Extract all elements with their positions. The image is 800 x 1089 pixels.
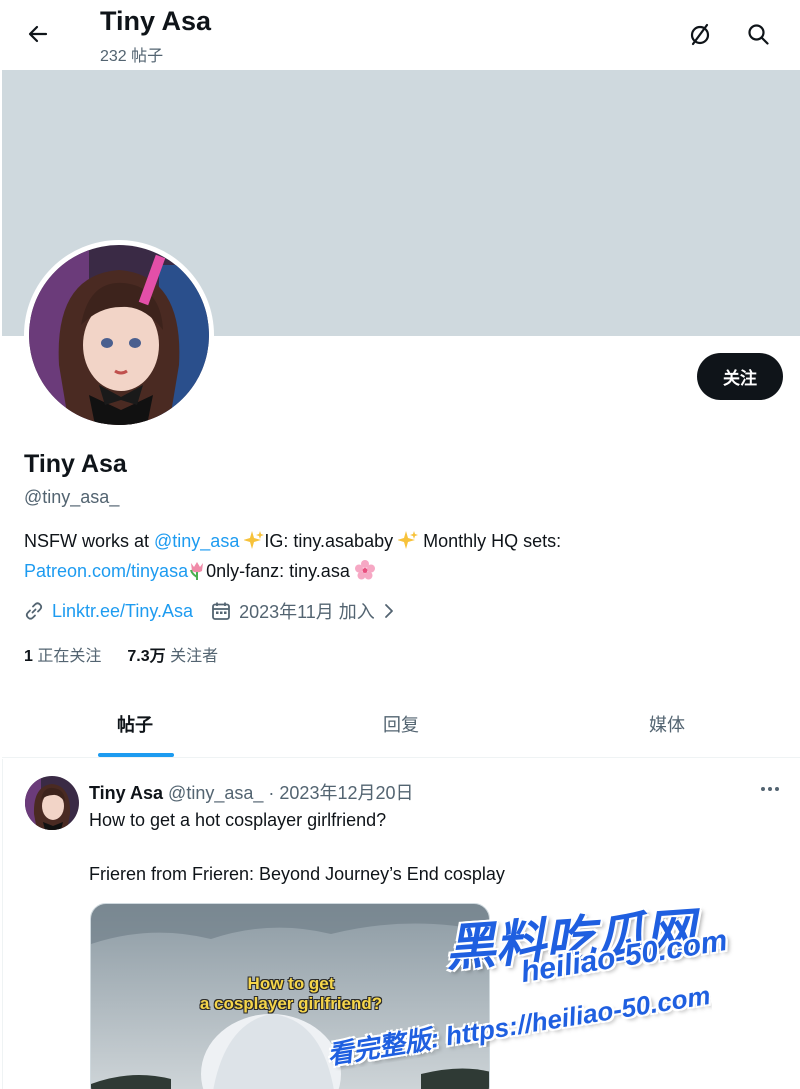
premium-slash-icon — [690, 23, 710, 46]
top-bar: Tiny Asa 232 帖子 — [0, 0, 800, 70]
post-line-2: Frieren from Frieren: Beyond Journey’s E… — [89, 864, 505, 884]
premium-button[interactable] — [683, 17, 717, 51]
following-link[interactable]: 1 正在关注 — [24, 642, 101, 666]
profile-meta: Linktr.ee/Tiny.Asa 2023年11月 加入 — [24, 598, 399, 624]
more-options-button[interactable] — [755, 777, 785, 801]
back-arrow-icon — [28, 25, 48, 43]
bio-patreon-link[interactable]: Patreon.com/tinyasa — [24, 561, 188, 581]
follow-button[interactable]: 关注 — [697, 353, 783, 400]
sparkles-icon — [243, 530, 265, 558]
more-dots-icon — [761, 787, 779, 791]
joined-date[interactable]: 2023年11月 加入 — [239, 598, 375, 624]
tulip-icon — [188, 560, 206, 588]
post-separator: · — [268, 783, 275, 803]
profile-handle: @tiny_asa_ — [24, 487, 120, 507]
profile-bio: NSFW works at @tiny_asa IG: tiny.asababy… — [24, 528, 764, 588]
bio-mention-link[interactable]: @tiny_asa — [154, 531, 239, 551]
cherry-blossom-icon — [354, 560, 375, 588]
post-media[interactable]: How to get a cosplayer girlfriend? — [90, 903, 490, 1089]
search-icon — [748, 24, 769, 45]
post-text: How to get a hot cosplayer girlfriend? F… — [89, 807, 769, 888]
calendar-icon — [211, 601, 231, 621]
post-author-handle[interactable]: @tiny_asa_ — [168, 783, 263, 803]
sparkles-icon — [397, 530, 419, 558]
post-header: Tiny Asa @tiny_asa_ · 2023年12月20日 — [89, 779, 414, 805]
profile-tabs: 帖子 回复 媒体 — [2, 690, 800, 758]
post-avatar[interactable] — [25, 776, 79, 830]
tab-media[interactable]: 媒体 — [534, 690, 800, 757]
post-count: 232 帖子 — [100, 48, 164, 65]
media-caption: How to get a cosplayer girlfriend? — [199, 974, 383, 1013]
bio-text: NSFW works at — [24, 531, 155, 551]
page-title: Tiny Asa — [100, 6, 212, 36]
avatar-image — [29, 245, 209, 425]
post-author-name[interactable]: Tiny Asa — [89, 783, 163, 803]
post-date[interactable]: 2023年12月20日 — [279, 783, 413, 803]
tab-replies[interactable]: 回复 — [268, 690, 534, 757]
search-button[interactable] — [741, 17, 775, 51]
profile-avatar[interactable] — [24, 240, 214, 430]
active-tab-indicator — [98, 753, 174, 757]
tab-posts[interactable]: 帖子 — [2, 690, 268, 757]
back-button[interactable] — [20, 16, 56, 52]
followers-link[interactable]: 7.3万 关注者 — [127, 642, 218, 666]
website-link[interactable]: Linktr.ee/Tiny.Asa — [52, 601, 193, 622]
chevron-right-icon[interactable] — [379, 601, 399, 621]
post-line-1: How to get a hot cosplayer girlfriend? — [89, 810, 387, 830]
profile-name: Tiny Asa — [24, 450, 127, 478]
link-icon — [24, 601, 44, 621]
follow-counts: 1 正在关注 7.3万 关注者 — [24, 642, 218, 666]
